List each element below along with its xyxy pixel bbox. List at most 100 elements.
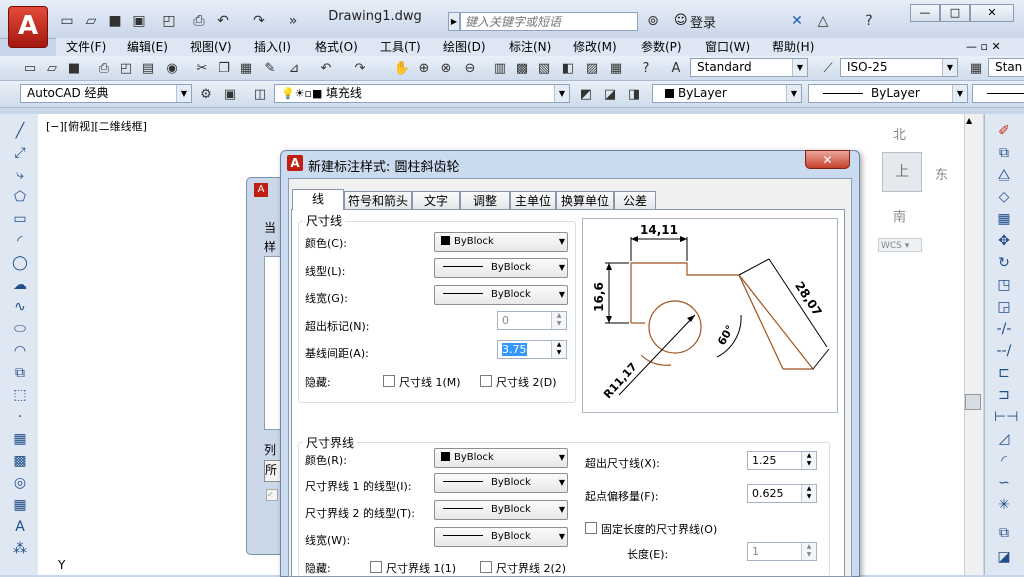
menu-help[interactable]: 帮助(H): [772, 38, 814, 56]
zoom-previous-icon[interactable]: ⊖: [460, 59, 480, 79]
redo-icon[interactable]: ↷: [250, 12, 268, 30]
lineweight-select[interactable]: [972, 84, 1024, 103]
tab-primary-units[interactable]: 主单位: [510, 191, 556, 209]
table-style-select[interactable]: Stan: [988, 58, 1024, 77]
insert-block-icon[interactable]: ⧉: [10, 364, 30, 382]
spinner-arrows-icon[interactable]: ▲ ▼: [801, 452, 816, 469]
open-icon[interactable]: ▱: [42, 59, 62, 79]
help-icon-2[interactable]: ?: [636, 59, 656, 79]
list-filter-checkbox[interactable]: ✓: [266, 489, 278, 501]
break-at-point-icon[interactable]: ⊏: [994, 364, 1014, 382]
offset-from-origin-input[interactable]: 0.625 ▲ ▼: [747, 484, 817, 503]
design-center-icon[interactable]: ▩: [512, 59, 532, 79]
close-button[interactable]: ✕: [970, 4, 1014, 22]
minimize-button[interactable]: —: [910, 4, 940, 22]
add-selected-icon[interactable]: ⁂: [10, 540, 30, 558]
markup-icon[interactable]: ▨: [582, 59, 602, 79]
tab-text[interactable]: 文字: [412, 191, 460, 209]
open-file-icon[interactable]: ▱: [82, 12, 100, 30]
region-icon[interactable]: ◎: [10, 474, 30, 492]
viewcube-north[interactable]: 北: [893, 124, 906, 143]
draworder-icon[interactable]: ⧉: [994, 524, 1014, 542]
fixed-length-input[interactable]: 1 ▲ ▼: [747, 542, 817, 561]
spinner-arrows-icon[interactable]: ▲ ▼: [801, 543, 816, 560]
spinner-arrows-icon[interactable]: ▲ ▼: [551, 312, 566, 329]
revision-cloud-icon[interactable]: ☁: [10, 276, 30, 294]
properties-icon[interactable]: ▥: [490, 59, 510, 79]
trim-icon[interactable]: -/-: [994, 320, 1014, 338]
mirror-icon[interactable]: ⧋: [994, 166, 1014, 184]
tab-symbols-arrows[interactable]: 符号和箭头: [344, 191, 412, 209]
stretch-icon[interactable]: ◲: [994, 298, 1014, 316]
spinner-arrows-icon[interactable]: ▲ ▼: [801, 485, 816, 502]
extline-color-select[interactable]: ByBlock ▼: [434, 448, 568, 468]
undo-icon-2[interactable]: ↶: [316, 59, 336, 79]
suppress-extline-1-checkbox[interactable]: 尺寸界线 1(1): [370, 560, 456, 576]
publish-icon[interactable]: ▤: [138, 59, 158, 79]
sheet-set-icon[interactable]: ◧: [558, 59, 578, 79]
baseline-spacing-input[interactable]: 3.75 ▲ ▼: [497, 340, 567, 359]
undo-icon[interactable]: ↶: [214, 12, 232, 30]
menu-parametric[interactable]: 参数(P): [641, 38, 682, 56]
tab-lines[interactable]: 线: [292, 189, 344, 210]
workspace-select[interactable]: AutoCAD 经典 ▼: [20, 84, 192, 103]
quickcalc-icon[interactable]: ▦: [606, 59, 626, 79]
layer-previous-icon[interactable]: ◪: [600, 85, 620, 105]
print-preview-icon[interactable]: ◰: [160, 12, 178, 30]
zoom-realtime-icon[interactable]: ⊕: [414, 59, 434, 79]
menu-window[interactable]: 窗口(W): [705, 38, 750, 56]
color-select[interactable]: ByLayer ▼: [652, 84, 802, 103]
viewcube-east[interactable]: 东: [935, 164, 948, 183]
exchange-icon[interactable]: ✕: [788, 12, 806, 30]
text-style-select[interactable]: Standard ▼: [690, 58, 808, 77]
rectangle-icon[interactable]: ▭: [10, 210, 30, 228]
table-style-icon[interactable]: ▦: [966, 59, 986, 79]
text-style-icon[interactable]: A: [666, 59, 686, 79]
explode-icon[interactable]: ✳: [994, 496, 1014, 514]
copy-object-icon[interactable]: ⧉: [994, 144, 1014, 162]
binoculars-icon[interactable]: ⊚: [644, 12, 662, 30]
hatch-icon[interactable]: ▦: [10, 430, 30, 448]
vertical-scrollbar[interactable]: [964, 114, 983, 575]
menu-edit[interactable]: 编辑(E): [127, 38, 168, 56]
dimline-linetype-select[interactable]: ByBlock ▼: [434, 258, 568, 278]
spline-icon[interactable]: ∿: [10, 298, 30, 316]
menu-view[interactable]: 视图(V): [190, 38, 232, 56]
ellipse-arc-icon[interactable]: ◠: [10, 342, 30, 360]
search-input[interactable]: 键入关键字或短语: [460, 12, 638, 31]
offset-icon[interactable]: ◇: [994, 188, 1014, 206]
tab-alternate-units[interactable]: 换算单位: [556, 191, 614, 209]
extline-lineweight-select[interactable]: ByBlock ▼: [434, 527, 568, 547]
make-current-layer-icon[interactable]: ◩: [576, 85, 596, 105]
pan-icon[interactable]: ✋: [392, 59, 412, 79]
application-menu-button[interactable]: A: [8, 6, 48, 48]
extend-beyond-dimline-input[interactable]: 1.25 ▲ ▼: [747, 451, 817, 470]
tab-fit[interactable]: 调整: [460, 191, 510, 209]
viewcube-top-face[interactable]: 上: [882, 152, 922, 192]
fixed-length-extline-checkbox[interactable]: 固定长度的尺寸界线(O): [585, 521, 717, 537]
polygon-icon[interactable]: ⬠: [10, 188, 30, 206]
maximize-button[interactable]: □: [940, 4, 970, 22]
array-icon[interactable]: ▦: [994, 210, 1014, 228]
point-icon[interactable]: ·: [10, 408, 30, 426]
login-button[interactable]: 登录: [690, 12, 716, 31]
zoom-window-icon[interactable]: ⊗: [436, 59, 456, 79]
suppress-dimline-1-checkbox[interactable]: 尺寸线 1(M): [383, 374, 461, 390]
table-icon[interactable]: ▦: [10, 496, 30, 514]
suppress-dimline-2-checkbox[interactable]: 尺寸线 2(D): [480, 374, 557, 390]
menu-format[interactable]: 格式(O): [315, 38, 358, 56]
line-icon[interactable]: ╱: [10, 122, 30, 140]
extend-icon[interactable]: --/: [994, 342, 1014, 360]
new-icon[interactable]: ▭: [20, 59, 40, 79]
save-icon-2[interactable]: ■: [64, 59, 84, 79]
viewport-controls[interactable]: [−][俯视][二维线框]: [46, 118, 147, 134]
blend-curves-icon[interactable]: ∽: [994, 474, 1014, 492]
autodesk-app-icon[interactable]: △: [814, 12, 832, 30]
ellipse-icon[interactable]: ⬭: [10, 320, 30, 338]
layer-select[interactable]: 💡☀▫■ 填充线 ▼: [274, 84, 570, 103]
match-properties-icon[interactable]: ✎: [260, 59, 280, 79]
scroll-up-icon[interactable]: ▲: [966, 116, 972, 125]
dialog-close-button[interactable]: ✕: [805, 150, 850, 169]
menu-modify[interactable]: 修改(M): [573, 38, 617, 56]
paste-icon[interactable]: ▦: [236, 59, 256, 79]
